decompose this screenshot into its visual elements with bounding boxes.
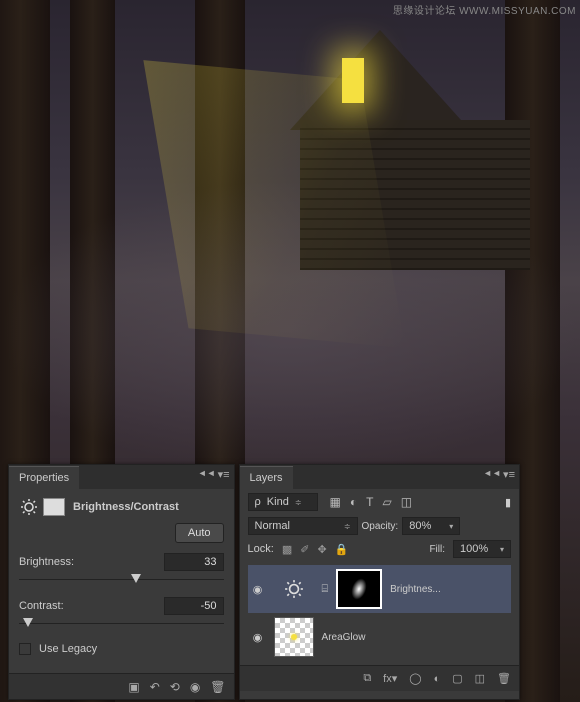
lock-position-icon[interactable]: ✥	[317, 543, 326, 556]
lock-transparent-icon[interactable]: ▩	[282, 543, 292, 556]
link-icon[interactable]: ⌸	[322, 583, 329, 596]
layer-fx-icon[interactable]: fx▾	[383, 672, 397, 685]
panel-menu-icon[interactable]: ▾≡	[218, 468, 230, 481]
collapse-icon[interactable]: ◄◄	[483, 468, 501, 478]
blend-mode-select[interactable]: Normal≑	[248, 517, 358, 535]
new-layer-icon[interactable]: ◫	[475, 672, 485, 685]
reset-icon[interactable]: ⟲	[170, 680, 180, 694]
auto-button[interactable]: Auto	[175, 523, 224, 543]
contrast-label: Contrast:	[19, 600, 164, 612]
collapse-icon[interactable]: ◄◄	[198, 468, 216, 478]
properties-footer: ▣ ↶ ⟲ ◉ 🗑	[9, 673, 234, 699]
adjustment-title: Brightness/Contrast	[73, 501, 179, 513]
brightness-input[interactable]	[164, 553, 224, 571]
filter-shape-icon[interactable]: ▱	[382, 495, 391, 509]
delete-layer-icon[interactable]: 🗑	[497, 672, 511, 685]
lit-window	[342, 58, 364, 103]
properties-panel: Properties ◄◄ ▾≡ Brightness/Contrast Aut…	[8, 464, 235, 700]
fill-label: Fill:	[429, 544, 445, 555]
brightness-label: Brightness:	[19, 556, 164, 568]
fill-input[interactable]: 100%▾	[453, 540, 511, 558]
opacity-input[interactable]: 80%▾	[402, 517, 460, 535]
new-adjustment-icon[interactable]: ◐	[434, 673, 441, 685]
layer-mask-thumbnail[interactable]	[336, 569, 382, 609]
link-layers-icon[interactable]: ⧉	[363, 672, 371, 685]
contrast-slider[interactable]	[19, 617, 224, 631]
filter-adjustment-icon[interactable]: ◐	[350, 495, 357, 509]
filter-smart-icon[interactable]: ◫	[401, 495, 412, 509]
filter-pixel-icon[interactable]: ▦	[330, 495, 341, 509]
tab-layers[interactable]: Layers	[240, 466, 293, 489]
adjustment-thumbnail[interactable]	[274, 569, 314, 609]
watermark: 思缘设计论坛 WWW.MISSYUAN.COM	[393, 2, 576, 17]
mask-icon[interactable]	[43, 498, 65, 516]
panel-menu-icon[interactable]: ▾≡	[503, 468, 515, 481]
contrast-input[interactable]	[164, 597, 224, 615]
add-mask-icon[interactable]: ◯	[409, 672, 421, 685]
lock-image-icon[interactable]: ✐	[300, 543, 309, 556]
filter-type-icon[interactable]: T	[366, 495, 373, 509]
layer-row[interactable]: ◉ ⌸ Brightnes...	[248, 565, 511, 613]
filter-toggle-icon[interactable]: ▮	[505, 496, 511, 509]
use-legacy-checkbox[interactable]	[19, 643, 31, 655]
layer-row[interactable]: ◉ AreaGlow	[248, 613, 511, 661]
visibility-toggle-icon[interactable]: ◉	[250, 583, 266, 596]
use-legacy-label: Use Legacy	[39, 643, 97, 655]
layers-panel: Layers ◄◄ ▾≡ ρKind≑ ▦ ◐ T ▱ ◫ ▮ Normal≑ …	[239, 464, 520, 700]
house	[250, 30, 530, 290]
tab-properties[interactable]: Properties	[9, 466, 79, 489]
visibility-icon[interactable]: ◉	[190, 680, 200, 694]
brightness-slider[interactable]	[19, 573, 224, 587]
brightness-contrast-icon	[19, 497, 39, 517]
view-previous-icon[interactable]: ↶	[150, 680, 160, 694]
opacity-label: Opacity:	[362, 521, 399, 532]
lock-label: Lock:	[248, 543, 274, 555]
clip-icon[interactable]: ▣	[128, 680, 139, 694]
filter-kind-select[interactable]: ρKind≑	[248, 493, 318, 511]
new-group-icon[interactable]: ▢	[452, 672, 462, 685]
lock-all-icon[interactable]: 🔒	[335, 543, 349, 556]
layer-name[interactable]: AreaGlow	[322, 632, 509, 643]
layers-footer: ⧉ fx▾ ◯ ◐ ▢ ◫ 🗑	[240, 665, 519, 691]
visibility-toggle-icon[interactable]: ◉	[250, 631, 266, 644]
delete-icon[interactable]: 🗑	[210, 680, 225, 694]
layer-name[interactable]: Brightnes...	[390, 584, 509, 595]
layer-thumbnail[interactable]	[274, 617, 314, 657]
